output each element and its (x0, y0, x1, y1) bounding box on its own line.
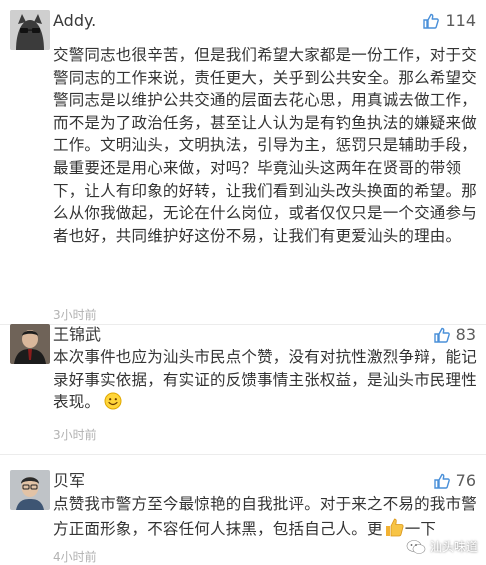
like-button[interactable]: 83 (433, 324, 476, 346)
like-count: 114 (445, 11, 476, 30)
thumbs-up-icon (433, 327, 450, 343)
username[interactable]: 贝军 (53, 470, 85, 492)
timestamp: 4小时前 (53, 550, 97, 564)
like-count: 83 (455, 325, 476, 344)
divider (0, 454, 486, 455)
comment-text: 本次事件也应为汕头市民点个赞，没有对抗性激烈争辩，能记录好事实依据，有实证的反馈… (53, 346, 478, 414)
avatar[interactable] (10, 324, 50, 364)
comment-text-tail: 一下 (404, 519, 437, 538)
watermark: 汕头味道 (406, 538, 478, 555)
username[interactable]: Addy. (53, 10, 117, 32)
timestamp: 3小时前 (53, 308, 97, 322)
comment-text: 交警同志也很辛苦，但是我们希望大家都是一份工作，对于交警同志的工作来说，责任更大… (53, 46, 477, 245)
wechat-icon (406, 539, 426, 554)
username[interactable]: 王锦武 (53, 324, 101, 346)
timestamp: 3小时前 (53, 428, 97, 442)
like-button[interactable]: 114 (423, 10, 476, 32)
smile-emoji-icon (104, 392, 122, 410)
thumbs-up-emoji-icon (385, 518, 404, 536)
thumbs-up-icon (423, 13, 440, 29)
comment-text: 点赞我市警方至今最惊艳的自我批评。对于来之不易的我市警方正面形象，不容任何人抹黑… (53, 493, 478, 540)
avatar[interactable] (10, 10, 50, 50)
thumbs-up-icon (433, 473, 450, 489)
like-button[interactable]: 76 (433, 470, 476, 492)
watermark-text: 汕头味道 (429, 540, 478, 554)
like-count: 76 (455, 471, 476, 490)
avatar[interactable] (10, 470, 50, 510)
